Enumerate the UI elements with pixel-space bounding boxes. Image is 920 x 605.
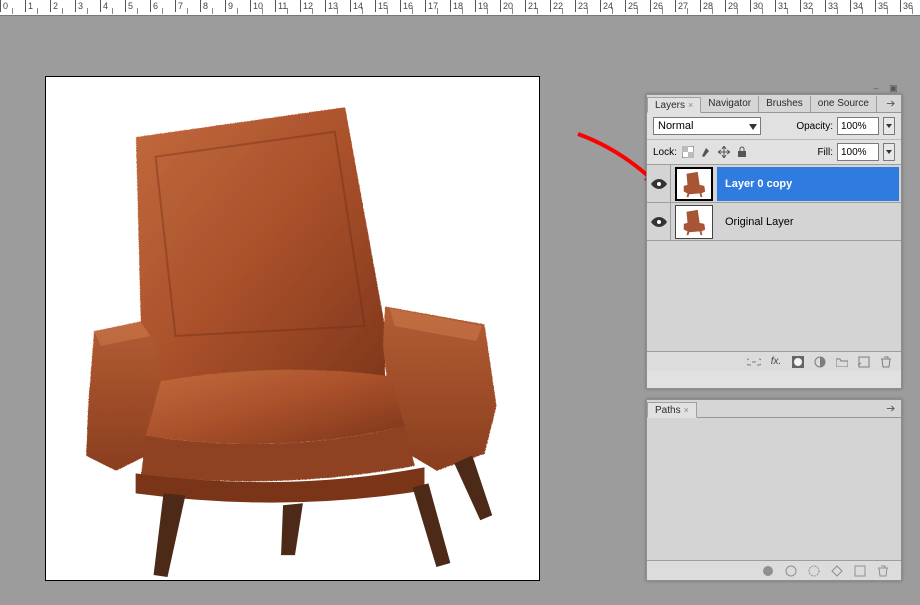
visibility-toggle[interactable]	[647, 165, 671, 202]
mask-icon[interactable]	[791, 355, 805, 369]
tab-clone-source[interactable]: one Source	[811, 96, 877, 112]
visibility-toggle[interactable]	[647, 203, 671, 240]
fill-stepper[interactable]	[883, 143, 895, 161]
opacity-value[interactable]: 100%	[837, 117, 879, 135]
ruler-horizontal: 0123456789101112131415161718192021222324…	[0, 0, 920, 16]
lock-transparency-icon[interactable]	[681, 145, 695, 159]
fx-icon[interactable]: fx.	[769, 355, 783, 369]
path-to-selection-icon[interactable]	[807, 564, 820, 577]
trash-icon[interactable]	[876, 564, 889, 577]
lock-position-icon[interactable]	[717, 145, 731, 159]
fill-value[interactable]: 100%	[837, 143, 879, 161]
layer-name[interactable]: Layer 0 copy	[717, 167, 899, 201]
blend-mode-value: Normal	[658, 120, 693, 132]
tab-navigator[interactable]: Navigator	[701, 96, 759, 112]
link-layers-icon[interactable]	[747, 355, 761, 369]
paths-panel-tabs: Paths×	[647, 400, 901, 418]
panel-menu-icon[interactable]	[883, 402, 897, 414]
new-layer-icon[interactable]	[857, 355, 871, 369]
trash-icon[interactable]	[879, 355, 893, 369]
new-path-icon[interactable]	[853, 564, 866, 577]
layer-thumbnail[interactable]	[675, 167, 713, 201]
opacity-stepper[interactable]	[883, 117, 895, 135]
fill-label: Fill:	[817, 147, 833, 158]
panel-menu-icon[interactable]	[883, 97, 897, 109]
paths-panel-footer	[647, 560, 901, 580]
blend-mode-dropdown[interactable]: Normal	[653, 117, 761, 135]
tab-paths[interactable]: Paths×	[647, 402, 697, 418]
canvas-image-chair	[46, 77, 539, 580]
paths-list[interactable]	[647, 418, 901, 560]
adjustment-icon[interactable]	[813, 355, 827, 369]
lock-all-icon[interactable]	[735, 145, 749, 159]
lock-pixels-icon[interactable]	[699, 145, 713, 159]
group-icon[interactable]	[835, 355, 849, 369]
document-canvas[interactable]	[45, 76, 540, 581]
layers-lock-row: Lock: Fill: 100%	[647, 140, 901, 165]
layer-row[interactable]: Layer 0 copy	[647, 165, 901, 203]
layer-name[interactable]: Original Layer	[717, 205, 899, 239]
fill-path-icon[interactable]	[761, 564, 774, 577]
stroke-path-icon[interactable]	[784, 564, 797, 577]
layers-panel-tabs: Layers× Navigator Brushes one Source	[647, 95, 901, 113]
layers-blend-row: Normal Opacity: 100%	[647, 113, 901, 140]
layer-thumbnail[interactable]	[675, 205, 713, 239]
make-workpath-icon[interactable]	[830, 564, 843, 577]
panel-window-buttons[interactable]: –▣	[868, 81, 903, 95]
tab-brushes[interactable]: Brushes	[759, 96, 811, 112]
layer-list[interactable]: Layer 0 copy Original Layer	[647, 165, 901, 351]
layer-row[interactable]: Original Layer	[647, 203, 901, 241]
lock-label: Lock:	[653, 147, 677, 158]
paths-panel[interactable]: Paths×	[646, 399, 902, 581]
layers-panel-footer: fx.	[647, 351, 901, 371]
tab-layers[interactable]: Layers×	[647, 97, 701, 113]
opacity-label: Opacity:	[796, 121, 833, 132]
layers-panel[interactable]: –▣ Layers× Navigator Brushes one Source …	[646, 94, 902, 389]
